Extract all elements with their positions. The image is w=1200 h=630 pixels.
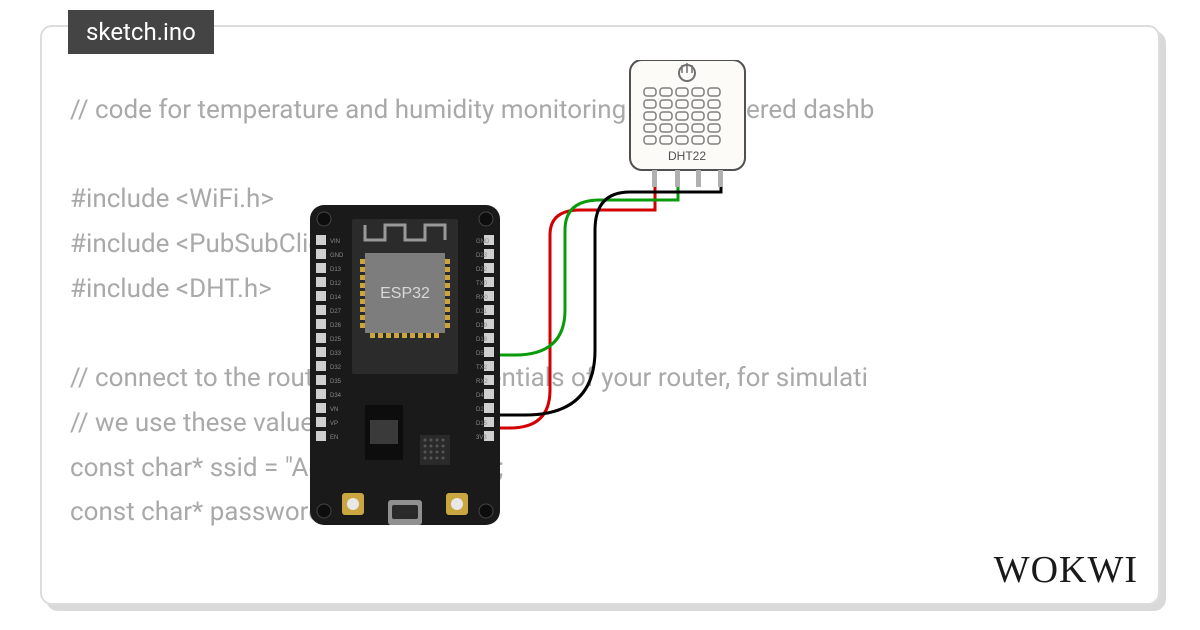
code-line: // we use these values [70, 408, 328, 438]
svg-text:D32: D32 [330, 365, 342, 371]
svg-text:D2: D2 [476, 407, 484, 413]
filename-tab[interactable]: sketch.ino [68, 10, 214, 54]
svg-text:EN: EN [330, 435, 338, 441]
wokwi-logo: WOKWI [994, 548, 1138, 592]
svg-text:D23: D23 [476, 253, 488, 259]
code-line: #include <DHT.h> [70, 274, 272, 304]
svg-text:VN: VN [330, 407, 338, 413]
filename-text: sketch.ino [86, 18, 196, 46]
code-line: #include <WiFi.h> [70, 184, 274, 214]
logo-text: WOKWI [994, 549, 1138, 591]
svg-text:VP: VP [330, 421, 338, 427]
svg-text:D27: D27 [330, 309, 342, 315]
svg-text:VIN: VIN [330, 239, 340, 245]
svg-text:D12: D12 [330, 281, 342, 287]
svg-text:TX2: TX2 [476, 365, 488, 371]
svg-text:D25: D25 [330, 337, 342, 343]
sensor-label-text: DHT22 [668, 149, 706, 163]
svg-text:D35: D35 [330, 379, 342, 385]
wire-red-vcc [498, 187, 655, 428]
svg-text:3V3: 3V3 [476, 435, 487, 441]
svg-text:D22: D22 [476, 267, 488, 273]
circuit-diagram: DHT22 ESP32 [300, 60, 820, 530]
chip-label-text: ESP32 [380, 285, 430, 302]
svg-text:D33: D33 [330, 351, 342, 357]
svg-text:D21: D21 [476, 309, 488, 315]
svg-text:GND: GND [476, 239, 490, 245]
wire-green-data [498, 187, 678, 355]
esp32-board[interactable]: ESP32 GND D23 D22 TX0 RX0 D21 D19 D18 D5 TX2 RX2 D4… [310, 205, 500, 525]
wire-group [498, 187, 721, 428]
svg-text:RX2: RX2 [476, 379, 488, 385]
svg-text:RX0: RX0 [476, 295, 488, 301]
boot-button[interactable] [342, 493, 364, 515]
svg-text:D4: D4 [476, 393, 484, 399]
svg-text:TX0: TX0 [476, 281, 488, 287]
svg-text:D18: D18 [476, 337, 488, 343]
svg-text:D34: D34 [330, 393, 342, 399]
svg-text:D26: D26 [330, 323, 342, 329]
svg-text:D19: D19 [476, 323, 488, 329]
svg-text:GND: GND [330, 253, 344, 259]
enable-button[interactable] [446, 493, 468, 515]
svg-text:D5: D5 [476, 351, 484, 357]
dht22-sensor[interactable]: DHT22 [630, 60, 745, 187]
svg-text:D13: D13 [330, 267, 342, 273]
svg-text:D15: D15 [476, 421, 488, 427]
wire-black-gnd [498, 187, 721, 415]
svg-text:D14: D14 [330, 295, 342, 301]
